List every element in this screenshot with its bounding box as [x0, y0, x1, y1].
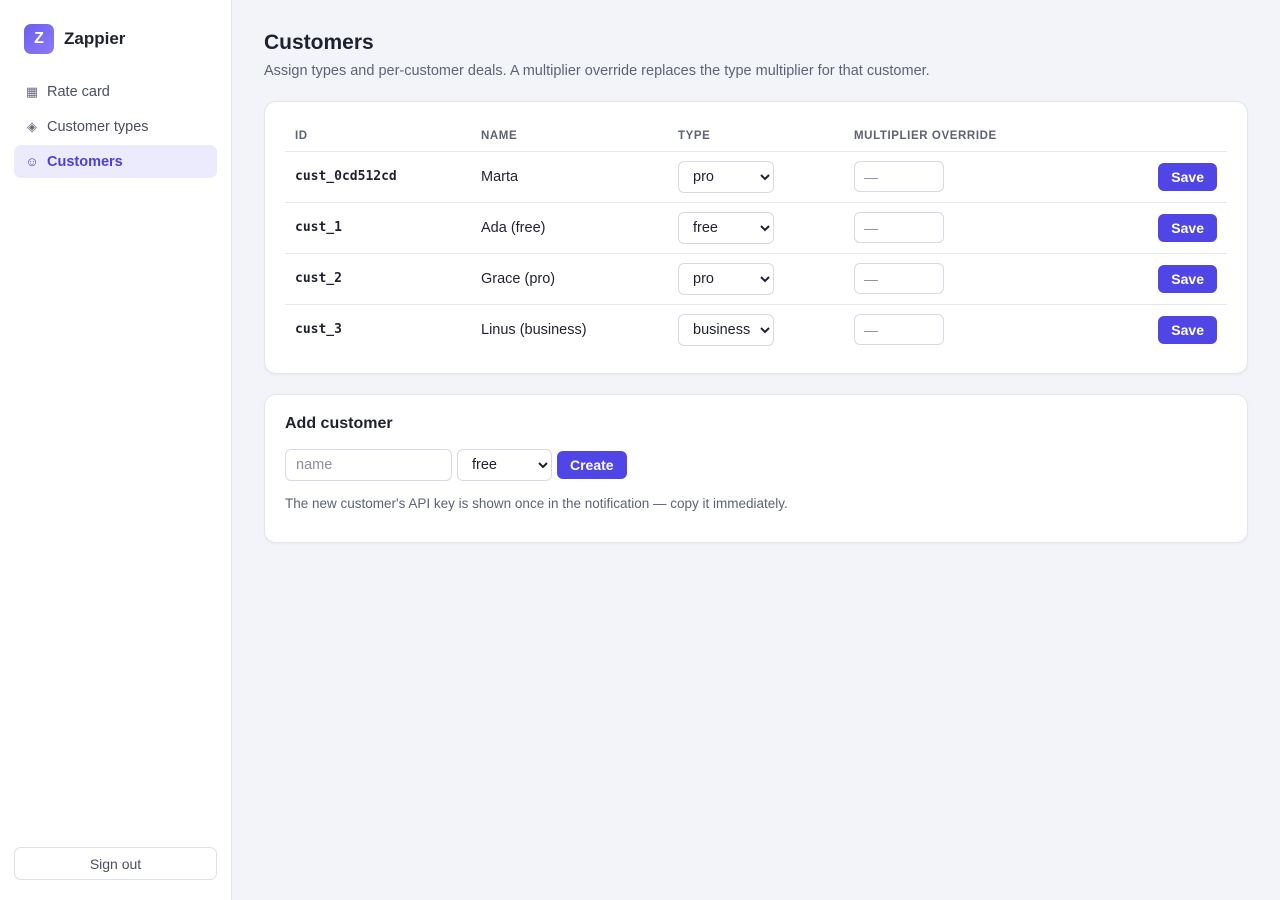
brand-logo: Z — [24, 24, 54, 54]
page-subtitle: Assign types and per-customer deals. A m… — [264, 63, 930, 79]
customer-type-cell: pro — [668, 151, 844, 203]
sidebar-item-label: Customers — [47, 153, 123, 170]
customer-type-cell: pro — [668, 253, 844, 305]
create-button[interactable]: Create — [557, 451, 627, 479]
column-header-multiplier-override: MULTIPLIER OVERRIDE — [844, 122, 1074, 152]
add-customer-card: Add customer free Create The new custome… — [264, 394, 1248, 543]
sidebar: Z Zappier ▦ Rate card ◈ Customer types ☺… — [0, 0, 232, 900]
customer-type-select[interactable]: free — [678, 211, 774, 244]
customers-table-card: ID NAME TYPE MULTIPLIER OVERRIDE cust_0c… — [264, 101, 1248, 374]
customer-type-select[interactable]: pro — [678, 160, 774, 193]
customers-table: ID NAME TYPE MULTIPLIER OVERRIDE cust_0c… — [285, 122, 1227, 355]
diamond-icon: ◈ — [27, 118, 37, 134]
multiplier-cell — [844, 304, 1074, 355]
multiplier-cell — [844, 202, 1074, 254]
customer-name: Linus (business) — [481, 321, 587, 338]
multiplier-override-input[interactable] — [854, 212, 944, 243]
customer-type-select[interactable]: business — [678, 313, 774, 346]
actions-cell: Save — [1074, 304, 1227, 355]
add-customer-form: free Create — [285, 449, 1227, 481]
customer-id: cust_2 — [285, 253, 471, 305]
table-row: cust_3 Linus (business) business Save — [285, 304, 1227, 355]
save-button[interactable]: Save — [1158, 213, 1217, 242]
save-button[interactable]: Save — [1158, 162, 1217, 191]
table-row: cust_0cd512cd Marta pro Save — [285, 151, 1227, 203]
customer-id: cust_3 — [295, 322, 342, 338]
table-header-row: ID NAME TYPE MULTIPLIER OVERRIDE — [285, 122, 1227, 152]
sidebar-item-customer-types[interactable]: ◈ Customer types — [14, 110, 217, 143]
api-key-note: The new customer's API key is shown once… — [285, 496, 788, 511]
customer-type-select[interactable]: pro — [678, 262, 774, 295]
table-row: cust_2 Grace (pro) pro Save — [285, 253, 1227, 305]
customer-id: cust_0cd512cd — [285, 151, 471, 203]
sidebar-item-label: Rate card — [47, 83, 110, 100]
customer-type-cell: free — [668, 202, 844, 254]
sidebar-item-label: Customer types — [47, 118, 149, 135]
save-button[interactable]: Save — [1158, 315, 1217, 344]
grid-icon: ▦ — [25, 83, 39, 99]
customer-id: cust_1 — [285, 202, 471, 254]
sidebar-item-customers[interactable]: ☺ Customers — [14, 145, 217, 178]
column-header-type: TYPE — [668, 122, 844, 152]
customer-name: Ada (free) — [471, 202, 668, 254]
actions-cell: Save — [1074, 202, 1227, 254]
multiplier-override-input[interactable] — [854, 263, 944, 294]
page-title: Customers — [264, 31, 374, 54]
customer-name: Marta — [471, 151, 668, 203]
column-header-name: NAME — [471, 122, 668, 152]
main-content: Customers Assign types and per-customer … — [264, 30, 1248, 543]
actions-cell: Save — [1074, 151, 1227, 203]
add-customer-title: Add customer — [285, 415, 393, 432]
multiplier-cell — [844, 253, 1074, 305]
brand[interactable]: Z Zappier — [24, 24, 125, 54]
column-header-actions — [1074, 122, 1227, 152]
table-row: cust_1 Ada (free) free Save — [285, 202, 1227, 254]
new-customer-type-select[interactable]: free — [457, 449, 552, 481]
column-header-id: ID — [285, 122, 471, 152]
customer-type-cell: business — [668, 304, 844, 355]
actions-cell: Save — [1074, 253, 1227, 305]
sidebar-nav: ▦ Rate card ◈ Customer types ☺ Customers — [14, 75, 217, 180]
multiplier-cell — [844, 151, 1074, 203]
sign-out-button[interactable]: Sign out — [14, 847, 217, 880]
sidebar-item-rate-card[interactable]: ▦ Rate card — [14, 75, 217, 108]
multiplier-override-input[interactable] — [854, 314, 944, 346]
brand-name: Zappier — [64, 29, 126, 48]
customer-name: Grace (pro) — [471, 253, 668, 305]
save-button[interactable]: Save — [1158, 264, 1217, 293]
multiplier-override-input[interactable] — [854, 161, 944, 192]
customer-name-input[interactable] — [285, 449, 452, 481]
smiley-icon: ☺ — [25, 154, 39, 169]
